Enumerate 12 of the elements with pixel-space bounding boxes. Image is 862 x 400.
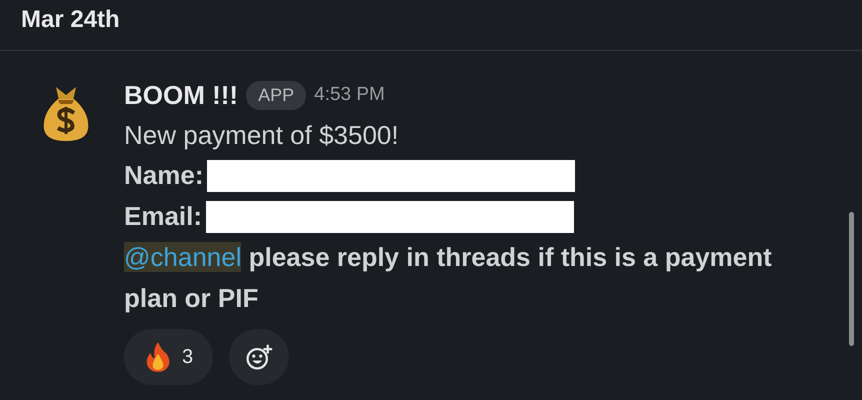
message-text: @channel please reply in threads if this is a payment plan or PIF xyxy=(124,241,773,315)
field-label: Name: xyxy=(124,160,204,191)
mention-link[interactable]: @channel xyxy=(124,242,242,272)
timestamp[interactable]: 4:53 PM xyxy=(314,84,385,106)
field-label: Email: xyxy=(124,201,202,232)
fire-icon xyxy=(144,341,172,373)
date-divider: Mar 24th xyxy=(21,6,120,33)
message-text: New payment of $3500! xyxy=(124,119,400,152)
scrollbar[interactable] xyxy=(849,212,854,346)
app-badge: APP xyxy=(246,80,306,110)
sender-name[interactable]: BOOM !!! xyxy=(124,80,238,110)
reaction-button[interactable]: 3 xyxy=(124,329,214,385)
